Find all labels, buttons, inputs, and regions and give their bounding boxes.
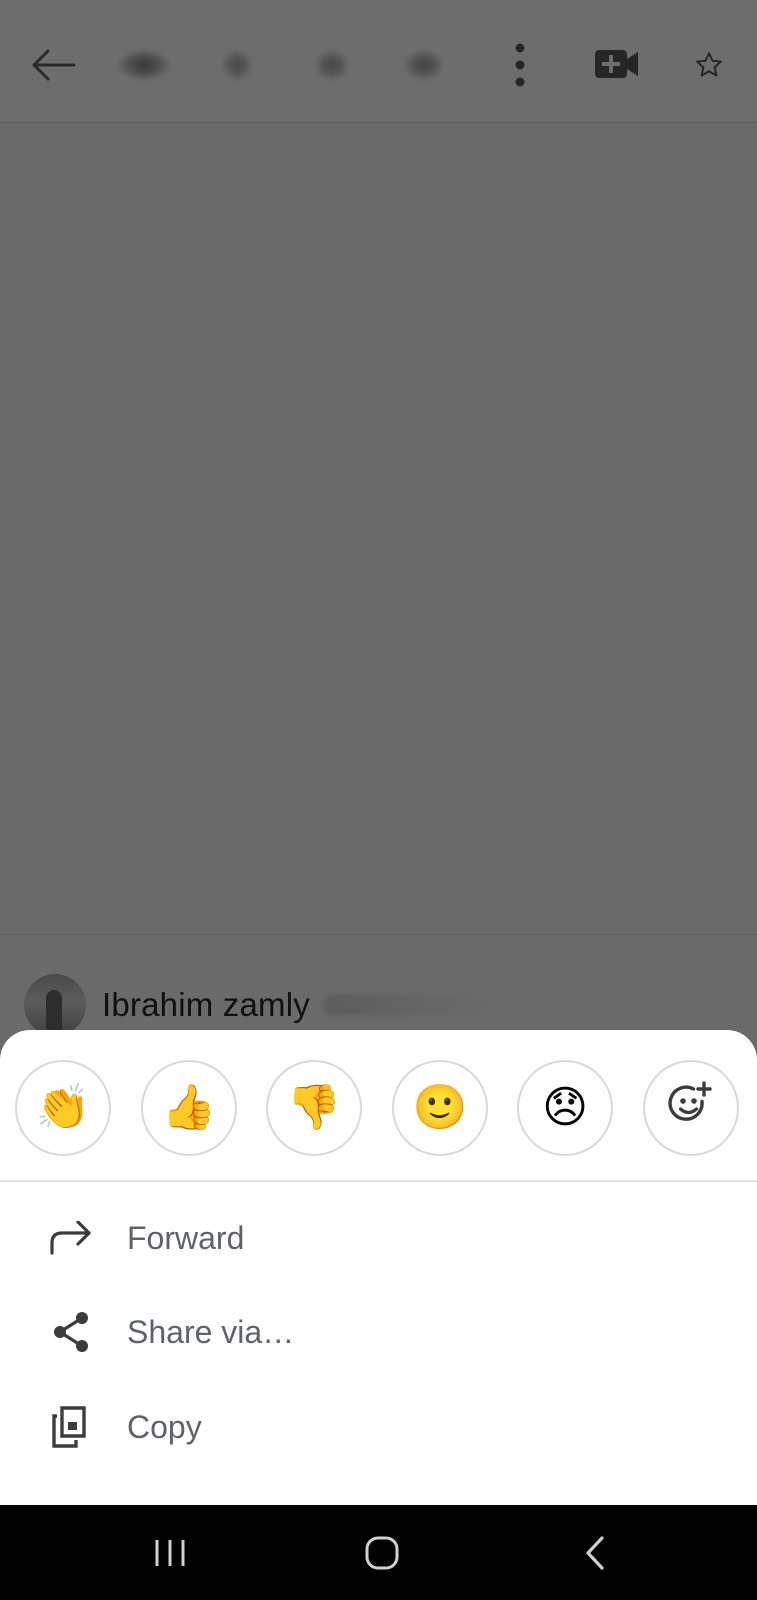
menu-item-forward[interactable]: Forward: [0, 1193, 757, 1283]
top-app-bar: [0, 0, 757, 123]
copy-icon: [46, 1402, 96, 1452]
share-icon: [46, 1307, 96, 1357]
message-actions-sheet: 👏 👍 👎 🙂 😞 Forward Share via… Copy: [0, 1030, 757, 1505]
blurred-toolbar-icon: [315, 50, 349, 80]
add-reaction-button[interactable]: [643, 1060, 739, 1156]
nav-back-icon[interactable]: [565, 1527, 625, 1579]
home-icon[interactable]: [352, 1527, 412, 1579]
forward-icon: [46, 1213, 96, 1263]
avatar[interactable]: [24, 974, 86, 1036]
content-divider: [0, 934, 757, 935]
reaction-disappointed-face[interactable]: 😞: [517, 1060, 613, 1156]
reaction-thumbs-down[interactable]: 👎: [266, 1060, 362, 1156]
blurred-toolbar-icon: [222, 50, 252, 80]
gmail-message-screen: Ibrahim zamly 👏 👍 👎 🙂 😞 Forward Share vi…: [0, 0, 757, 1600]
menu-item-share[interactable]: Share via…: [0, 1287, 757, 1377]
reaction-clapping-hands[interactable]: 👏: [15, 1060, 111, 1156]
system-nav-bar: [0, 1505, 757, 1600]
add-emoji-icon: [668, 1081, 714, 1135]
more-vert-icon[interactable]: [500, 40, 540, 90]
menu-item-copy[interactable]: Copy: [0, 1382, 757, 1472]
menu-label-copy: Copy: [127, 1408, 202, 1445]
message-header: Ibrahim zamly: [24, 974, 494, 1036]
sheet-divider: [0, 1180, 757, 1182]
reaction-bar: 👏 👍 👎 🙂 😞: [0, 1060, 757, 1156]
video-add-icon[interactable]: [592, 44, 642, 84]
reaction-thumbs-up[interactable]: 👍: [141, 1060, 237, 1156]
reaction-slightly-smiling-face[interactable]: 🙂: [392, 1060, 488, 1156]
blurred-toolbar-icon: [118, 50, 170, 80]
star-outline-icon[interactable]: [686, 44, 732, 86]
recents-icon[interactable]: [140, 1527, 200, 1579]
sender-name: Ibrahim zamly: [102, 986, 310, 1023]
menu-label-share: Share via…: [127, 1313, 295, 1350]
arrow-back-icon[interactable]: [28, 40, 78, 90]
blurred-sender-details: [323, 995, 494, 1015]
blurred-toolbar-icon: [404, 50, 444, 80]
menu-label-forward: Forward: [127, 1219, 245, 1256]
